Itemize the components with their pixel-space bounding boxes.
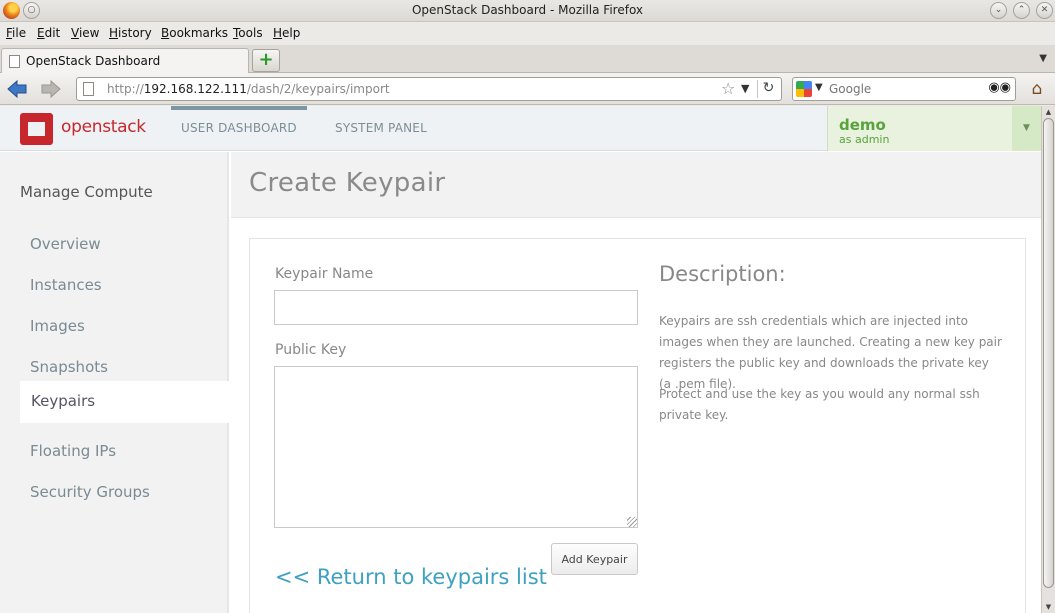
keypair-name-input[interactable]: [274, 290, 638, 325]
page-icon: [9, 55, 20, 68]
minimize-button[interactable]: ⌄: [990, 2, 1007, 19]
navigation-toolbar: http://192.168.122.111/dash/2/keypairs/i…: [0, 73, 1055, 105]
binoculars-search-icon[interactable]: ◉◉: [988, 80, 1011, 95]
bookmark-star-icon[interactable]: ☆: [721, 79, 735, 98]
sidebar-item-images[interactable]: Images: [30, 317, 85, 335]
menu-file[interactable]: File: [6, 26, 26, 40]
sidebar-item-overview[interactable]: Overview: [30, 235, 101, 253]
tab-openstack-dashboard[interactable]: OpenStack Dashboard: [1, 48, 249, 74]
public-key-textarea[interactable]: [274, 366, 638, 528]
sidebar: Manage Compute Overview Instances Images…: [0, 152, 231, 613]
back-arrow-icon[interactable]: [6, 79, 28, 99]
menu-bar: File Edit View History Bookmarks Tools H…: [0, 22, 1055, 45]
menu-edit[interactable]: Edit: [37, 26, 60, 40]
close-button[interactable]: ✕: [1036, 2, 1053, 19]
keypair-name-label: Keypair Name: [275, 266, 374, 282]
public-key-label: Public Key: [275, 342, 347, 358]
reload-icon[interactable]: ↻: [757, 80, 779, 98]
vertical-scrollbar[interactable]: ▲ ▼: [1041, 106, 1055, 613]
add-keypair-button[interactable]: Add Keypair: [551, 543, 638, 575]
description-paragraph: Protect and use the key as you would any…: [659, 387, 980, 422]
user-menu[interactable]: demo as admin ▼: [827, 106, 1041, 151]
window-titlebar: ○ OpenStack Dashboard - Mozilla Firefox …: [0, 0, 1055, 22]
page-title: Create Keypair: [249, 168, 446, 198]
nav-user-dashboard[interactable]: USER DASHBOARD: [171, 106, 307, 135]
resize-grip-icon[interactable]: [627, 517, 637, 527]
user-role: as admin: [839, 133, 890, 146]
sidebar-title: Manage Compute: [20, 183, 153, 201]
new-tab-button[interactable]: +: [252, 49, 280, 72]
page-header: Create Keypair: [231, 152, 1041, 218]
scroll-up-icon[interactable]: ▲: [1042, 106, 1055, 118]
scrollbar-thumb[interactable]: [1043, 118, 1054, 588]
user-name: demo: [839, 116, 886, 134]
google-engine-icon[interactable]: [796, 81, 812, 97]
menu-help[interactable]: Help: [273, 26, 300, 40]
openstack-logo-icon[interactable]: [20, 113, 53, 145]
search-engine-chevron-icon[interactable]: ▼: [815, 82, 823, 93]
tab-list-chevron-icon[interactable]: ▼: [1039, 53, 1047, 64]
openstack-header: openstack USER DASHBOARD SYSTEM PANEL de…: [0, 106, 1041, 151]
site-identity-icon: [83, 82, 94, 96]
user-menu-chevron-icon[interactable]: ▼: [1012, 106, 1041, 151]
openstack-wordmark[interactable]: openstack: [61, 117, 146, 137]
sidebar-item-security-groups[interactable]: Security Groups: [30, 483, 150, 501]
tab-bar: OpenStack Dashboard + ▼: [0, 45, 1055, 74]
menu-bookmarks[interactable]: Bookmarks: [161, 26, 228, 40]
sidebar-item-floating-ips[interactable]: Floating IPs: [30, 442, 116, 460]
maximize-button[interactable]: ⌃: [1013, 2, 1030, 19]
search-input[interactable]: [829, 81, 989, 97]
sidebar-item-snapshots[interactable]: Snapshots: [30, 358, 108, 376]
menu-tools[interactable]: Tools: [233, 26, 263, 40]
page-viewport: openstack USER DASHBOARD SYSTEM PANEL de…: [0, 106, 1041, 613]
search-box[interactable]: ▼ ◉◉: [792, 77, 1016, 101]
tab-label: OpenStack Dashboard: [26, 54, 161, 68]
menu-view[interactable]: View: [71, 26, 99, 40]
url-history-chevron-icon[interactable]: ▼: [741, 82, 749, 95]
menu-history[interactable]: History: [109, 26, 152, 40]
scroll-down-icon[interactable]: ▼: [1042, 601, 1055, 613]
sidebar-item-instances[interactable]: Instances: [30, 276, 102, 294]
return-to-keypairs-link[interactable]: << Return to keypairs list: [275, 565, 547, 589]
description-paragraph: Keypairs are ssh credentials which are i…: [659, 314, 1002, 391]
window-title: OpenStack Dashboard - Mozilla Firefox: [411, 3, 644, 17]
sidebar-item-keypairs[interactable]: Keypairs: [20, 381, 231, 423]
home-icon[interactable]: ⌂: [1027, 79, 1047, 99]
url-text[interactable]: http://192.168.122.111/dash/2/keypairs/i…: [107, 82, 390, 96]
nav-system-panel[interactable]: SYSTEM PANEL: [335, 121, 427, 135]
sidebar-item-label: Keypairs: [31, 392, 96, 410]
forward-arrow-icon[interactable]: [40, 79, 62, 99]
description-title: Description:: [659, 262, 786, 286]
url-bar[interactable]: http://192.168.122.111/dash/2/keypairs/i…: [76, 77, 782, 101]
